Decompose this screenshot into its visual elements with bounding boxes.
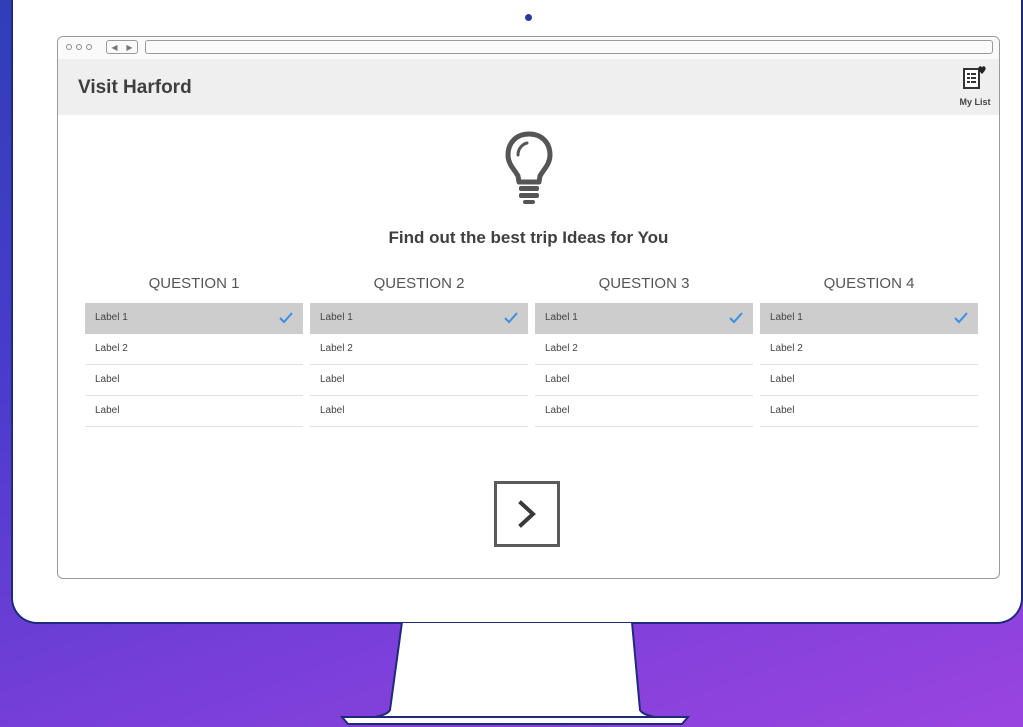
answer-option[interactable]: Label [760, 396, 978, 427]
history-nav: ◀ ▶ [106, 40, 138, 54]
my-list-button[interactable]: My List [955, 65, 995, 107]
answer-option-label: Label [95, 374, 120, 385]
answer-option-label: Label 1 [320, 312, 353, 323]
answer-option-label: Label [320, 405, 345, 416]
answer-option[interactable]: Label [760, 365, 978, 396]
answer-option-label: Label [545, 405, 570, 416]
back-arrow-icon[interactable]: ◀ [111, 43, 117, 52]
window-dot[interactable] [86, 44, 92, 50]
window-dot[interactable] [76, 44, 82, 50]
answer-option[interactable]: Label [85, 365, 303, 396]
answer-option[interactable]: Label [310, 396, 528, 427]
answer-option[interactable]: Label [535, 396, 753, 427]
answer-option-label: Label 1 [95, 312, 128, 323]
question-title: QUESTION 2 [373, 275, 465, 292]
question-column: QUESTION 2 Label 1 Label 2 Label Label [310, 275, 528, 427]
question-title: QUESTION 1 [148, 275, 240, 292]
answer-option-label: Label 1 [770, 312, 803, 323]
answer-option[interactable]: Label 2 [535, 334, 753, 365]
answer-option-label: Label [95, 405, 120, 416]
monitor-stand [339, 622, 691, 725]
answer-option-label: Label 2 [320, 343, 353, 354]
answer-option[interactable]: Label 1 [535, 303, 753, 334]
answer-option[interactable]: Label [535, 365, 753, 396]
monitor-screen: ◀ ▶ Visit Harford My List Find out the b… [11, 0, 1023, 624]
answer-option-label: Label 2 [545, 343, 578, 354]
question-column: QUESTION 4 Label 1 Label 2 Label Label [760, 275, 978, 427]
browser-window: ◀ ▶ Visit Harford My List Find out the b… [57, 36, 1000, 579]
question-column: QUESTION 1 Label 1 Label 2 Label Label [85, 275, 303, 427]
checkmark-icon [954, 312, 968, 324]
webcam-dot [525, 14, 532, 21]
question-title: QUESTION 4 [823, 275, 915, 292]
answer-option[interactable]: Label [85, 396, 303, 427]
answer-option[interactable]: Label 1 [310, 303, 528, 334]
list-heart-icon [963, 66, 986, 89]
answer-option[interactable]: Label 2 [760, 334, 978, 365]
answer-option-label: Label [770, 374, 795, 385]
window-dot[interactable] [66, 44, 72, 50]
answer-option[interactable]: Label 1 [760, 303, 978, 334]
answer-option-label: Label 2 [770, 343, 803, 354]
next-button[interactable] [494, 481, 560, 547]
checkmark-icon [279, 312, 293, 324]
checkmark-icon [504, 312, 518, 324]
answer-option[interactable]: Label 2 [310, 334, 528, 365]
answer-option[interactable]: Label 2 [85, 334, 303, 365]
page-heading: Find out the best trip Ideas for You [388, 228, 669, 247]
answer-option-label: Label [545, 374, 570, 385]
answer-option[interactable]: Label [310, 365, 528, 396]
answer-option-label: Label [320, 374, 345, 385]
question-column: QUESTION 3 Label 1 Label 2 Label Label [535, 275, 753, 427]
question-title: QUESTION 3 [598, 275, 690, 292]
answer-option[interactable]: Label 1 [85, 303, 303, 334]
site-title[interactable]: Visit Harford [78, 77, 192, 99]
answer-option-label: Label [770, 405, 795, 416]
answer-option-label: Label 1 [545, 312, 578, 323]
my-list-label: My List [959, 97, 991, 107]
chevron-right-icon [518, 500, 536, 528]
checkmark-icon [729, 312, 743, 324]
answer-option-label: Label 2 [95, 343, 128, 354]
forward-arrow-icon[interactable]: ▶ [126, 43, 132, 52]
site-header: Visit Harford My List [58, 59, 999, 115]
browser-toolbar: ◀ ▶ [58, 37, 999, 60]
lightbulb-icon [505, 131, 553, 204]
address-bar[interactable] [145, 40, 993, 54]
